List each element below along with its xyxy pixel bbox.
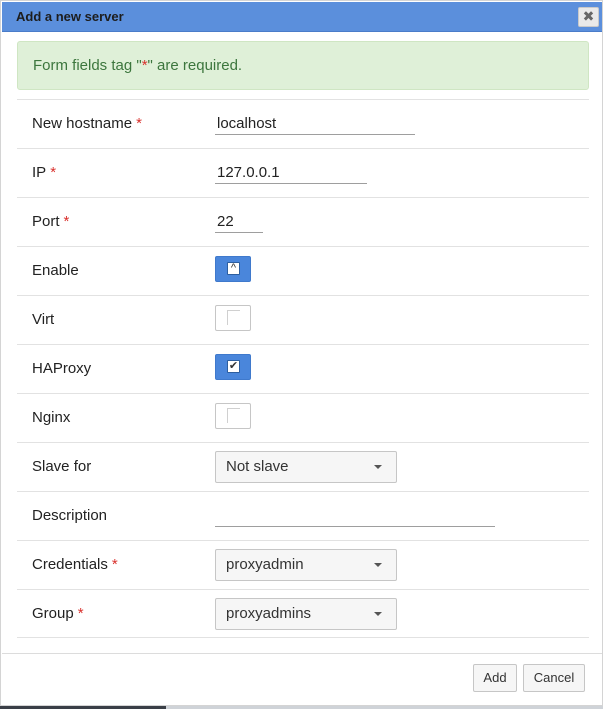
credentials-select[interactable]: proxyadmin [215, 549, 397, 581]
hostname-label-text: New hostname [32, 115, 133, 132]
hostname-row: New hostname * [17, 99, 589, 148]
required-star: * [136, 115, 142, 132]
credentials-label-text: Credentials [32, 556, 108, 573]
slave-for-row: Slave for Not slave [17, 442, 589, 491]
required-star: * [63, 213, 70, 230]
description-label: Description [32, 507, 108, 524]
description-row: Description [17, 491, 589, 540]
add-button[interactable]: Add [473, 664, 517, 692]
ip-row: IP * [17, 148, 589, 197]
footer-divider [2, 653, 602, 654]
slave-for-select[interactable]: Not slave [215, 451, 397, 483]
nginx-label: Nginx [32, 409, 71, 426]
empty-checkbox-box [227, 310, 240, 325]
credentials-row: Credentials * proxyadmin [17, 540, 589, 589]
port-input[interactable] [215, 211, 263, 233]
add-server-dialog: Add a new server ✖ Form fields tag "*" a… [0, 0, 603, 706]
required-star: * [50, 164, 57, 181]
enable-row: Enable ^ [17, 246, 589, 295]
cancel-button[interactable]: Cancel [523, 664, 585, 692]
hostname-input[interactable] [215, 113, 415, 135]
credentials-value: proxyadmin [226, 556, 304, 573]
description-input[interactable] [215, 505, 495, 527]
ip-input[interactable] [215, 162, 367, 184]
haproxy-checkbox[interactable]: ✔ [215, 354, 251, 380]
port-label: Port * [32, 213, 69, 230]
empty-checkbox-box [227, 408, 240, 423]
haproxy-label: HAProxy [32, 360, 92, 377]
alert-suffix: " are required. [147, 57, 243, 74]
chevron-down-icon [374, 563, 382, 567]
group-label-text: Group [32, 605, 74, 622]
ip-label-text: IP [32, 164, 47, 181]
group-select[interactable]: proxyadmins [215, 598, 397, 630]
group-value: proxyadmins [226, 605, 312, 622]
port-row: Port * [17, 197, 589, 246]
required-star: * [111, 556, 118, 573]
port-label-text: Port [32, 213, 60, 230]
required-fields-alert: Form fields tag "*" are required. [17, 41, 589, 90]
nginx-checkbox[interactable] [215, 403, 251, 429]
chevron-down-icon [374, 612, 382, 616]
virt-checkbox[interactable] [215, 305, 251, 331]
enable-label: Enable [32, 262, 79, 279]
ip-label: IP * [32, 164, 56, 181]
slave-for-value: Not slave [226, 458, 289, 475]
slave-for-label: Slave for [32, 458, 92, 475]
checkmark-icon: ✔ [227, 360, 240, 373]
virt-row: Virt [17, 295, 589, 344]
hostname-label: New hostname * [32, 115, 142, 132]
dialog-title: Add a new server [16, 9, 124, 24]
nginx-row: Nginx [17, 393, 589, 442]
credentials-label: Credentials * [32, 556, 118, 573]
haproxy-row: HAProxy ✔ [17, 344, 589, 393]
required-star: * [77, 605, 84, 622]
dialog-titlebar[interactable]: Add a new server ✖ [2, 2, 602, 32]
group-label: Group * [32, 605, 84, 622]
close-icon[interactable]: ✖ [578, 7, 599, 27]
virt-label: Virt [32, 311, 55, 328]
server-form: New hostname* IP* Port* Enable ^ Virt HA… [17, 99, 589, 638]
alert-prefix: Form fields tag " [33, 57, 142, 74]
caret-up-icon: ^ [227, 262, 240, 275]
group-row: Group * proxyadmins [17, 589, 589, 638]
chevron-down-icon [374, 465, 382, 469]
enable-checkbox[interactable]: ^ [215, 256, 251, 282]
